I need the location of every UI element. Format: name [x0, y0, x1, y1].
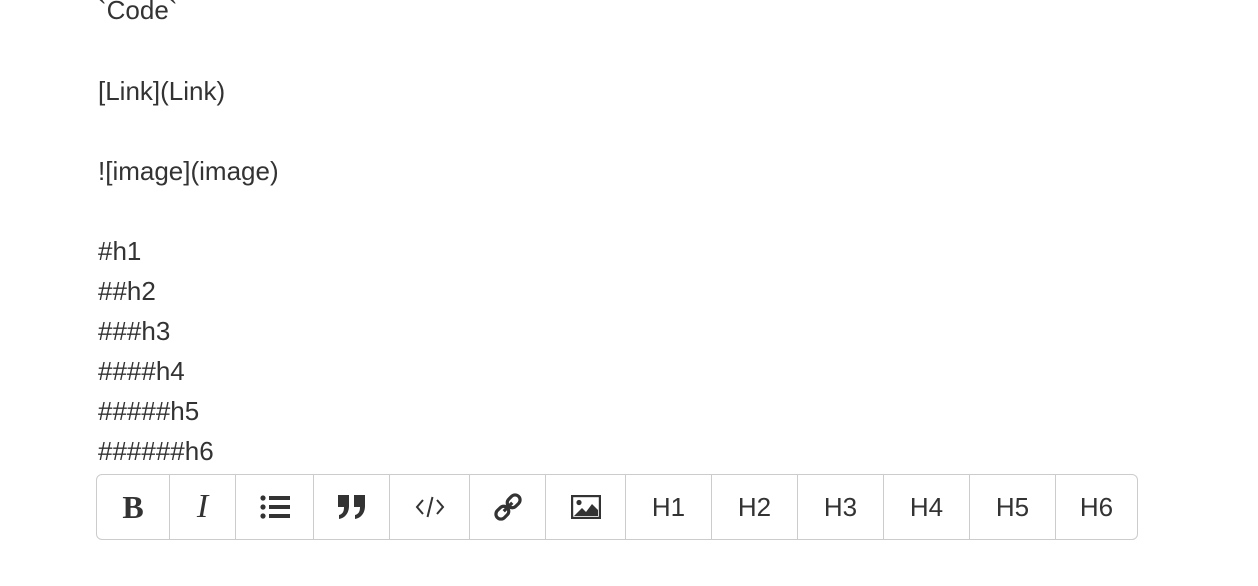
h5-button[interactable]: H5 — [970, 475, 1056, 539]
quote-icon — [337, 495, 366, 519]
code-icon — [415, 495, 445, 519]
list-icon — [259, 495, 290, 519]
editor-line-h1: #h1 — [98, 236, 142, 266]
markdown-editor-textarea[interactable]: `Code` [Link](Link) ![image](image) #h1 … — [98, 0, 1138, 470]
editor-line-code: `Code` — [98, 0, 178, 25]
h5-label: H5 — [995, 491, 1030, 522]
list-button[interactable] — [236, 475, 314, 539]
h1-label: H1 — [651, 491, 686, 522]
image-button[interactable] — [546, 475, 626, 539]
bold-label: B — [122, 488, 144, 525]
italic-label: I — [196, 488, 209, 525]
h6-button[interactable]: H6 — [1056, 475, 1137, 539]
h4-label: H4 — [909, 491, 944, 522]
h3-button[interactable]: H3 — [798, 475, 884, 539]
image-icon — [570, 495, 601, 519]
h2-label: H2 — [737, 491, 772, 522]
editor-line-h3: ###h3 — [98, 316, 171, 346]
h4-button[interactable]: H4 — [884, 475, 970, 539]
quote-button[interactable] — [314, 475, 390, 539]
h3-label: H3 — [823, 491, 858, 522]
h6-label: H6 — [1079, 491, 1114, 522]
editor-line-h5: #####h5 — [98, 396, 200, 426]
h2-button[interactable]: H2 — [712, 475, 798, 539]
markdown-toolbar: B I H1 H2 H3 H4 H5 H6 — [96, 474, 1138, 540]
code-button[interactable] — [390, 475, 470, 539]
bold-button[interactable]: B — [97, 475, 170, 539]
editor-line-h2: ##h2 — [98, 276, 156, 306]
link-icon — [493, 493, 522, 521]
editor-line-link: [Link](Link) — [98, 76, 226, 106]
editor-line-h6: ######h6 — [98, 436, 214, 466]
editor-line-h4: ####h4 — [98, 356, 185, 386]
link-button[interactable] — [470, 475, 546, 539]
italic-button[interactable]: I — [170, 475, 236, 539]
editor-line-image: ![image](image) — [98, 156, 279, 186]
h1-button[interactable]: H1 — [626, 475, 712, 539]
